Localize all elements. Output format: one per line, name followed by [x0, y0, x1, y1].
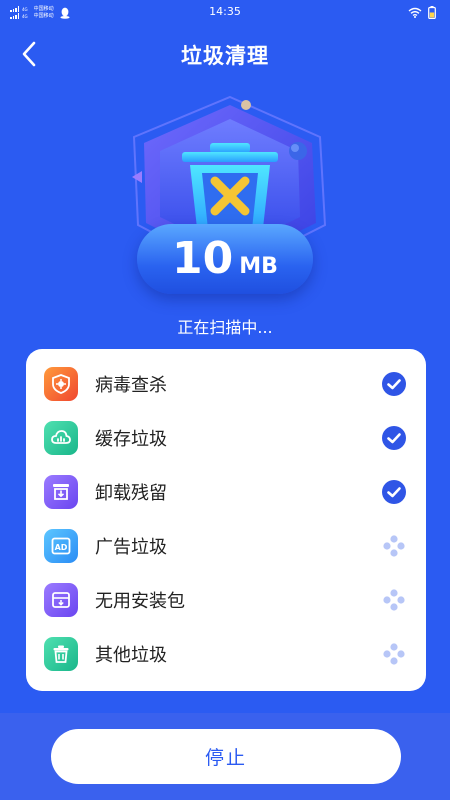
- check-circle-icon: [381, 371, 407, 397]
- svg-text:AD: AD: [55, 543, 68, 552]
- status-right: [408, 6, 436, 19]
- scan-item-label: 卸载残留: [95, 483, 167, 504]
- scan-item-uninstall: 卸载残留: [26, 465, 426, 519]
- package-icon: [44, 583, 78, 617]
- ad-icon: AD: [44, 529, 78, 563]
- junk-size-display: 10 MB: [137, 224, 313, 294]
- uninstall-icon: [44, 475, 78, 509]
- cloud-cache-icon: [44, 421, 78, 455]
- scan-item-package: 无用安装包: [26, 573, 426, 627]
- battery-icon: [428, 6, 436, 19]
- scan-item-virus: 病毒查杀: [26, 357, 426, 411]
- loading-dots-icon: [381, 587, 407, 613]
- check-circle-icon: [381, 425, 407, 451]
- scan-list-card: 病毒查杀 缓存垃圾 卸载残留 AD 广告垃圾 无用安装包 其他垃圾: [26, 349, 426, 691]
- stop-button[interactable]: 停止: [51, 729, 401, 784]
- scan-item-label: 广告垃圾: [95, 537, 167, 558]
- scan-item-ad: AD 广告垃圾: [26, 519, 426, 573]
- trash-icon: [44, 637, 78, 671]
- page-title: 垃圾清理: [181, 44, 269, 68]
- virus-shield-icon: [44, 367, 78, 401]
- loading-dots-icon: [381, 641, 407, 667]
- scan-item-label: 缓存垃圾: [95, 429, 167, 450]
- wifi-icon: [408, 7, 422, 18]
- junk-size-value: 10: [172, 233, 234, 284]
- scan-item-cache: 缓存垃圾: [26, 411, 426, 465]
- scan-item-label: 其他垃圾: [95, 645, 167, 666]
- check-circle-icon: [381, 479, 407, 505]
- junk-size-unit: MB: [239, 254, 278, 279]
- status-time: 14:35: [209, 5, 241, 18]
- scan-item-label: 病毒查杀: [95, 375, 167, 396]
- screen: 4G 4G 中国移动 中国移动 14:35 垃圾清理 10 MB 正在扫描中..…: [0, 0, 450, 800]
- scan-item-label: 无用安装包: [95, 591, 185, 612]
- status-bar: 4G 4G 中国移动 中国移动 14:35: [0, 0, 450, 26]
- scan-status-text: 正在扫描中...: [177, 318, 273, 337]
- loading-dots-icon: [381, 533, 407, 559]
- scan-item-other: 其他垃圾: [26, 627, 426, 681]
